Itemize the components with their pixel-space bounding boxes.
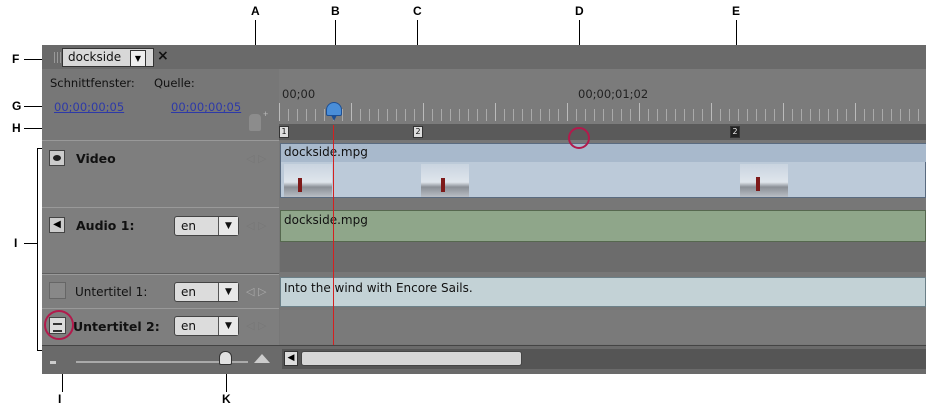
chevron-down-icon: ▼ — [218, 283, 238, 301]
eye-icon[interactable] — [49, 150, 65, 166]
subtitle-1-prev-next-clip[interactable]: ◁ ▷ — [246, 285, 266, 298]
callout-g: G — [12, 99, 22, 113]
subtitle-2-prev-next-clip[interactable]: ◁ ▷ — [246, 319, 266, 332]
callout-i-circle — [44, 310, 74, 340]
subtitle-1-track-name: Untertitel 1: — [75, 285, 148, 299]
subtitle-2-track-name: Untertitel 2: — [73, 319, 160, 334]
callout-d: D — [575, 4, 584, 18]
audio-track-name: Audio 1: — [76, 218, 135, 233]
timeline-timecode-label: Schnittfenster: — [50, 76, 135, 90]
start-marker[interactable]: 1 — [279, 126, 289, 138]
callout-k: K — [222, 392, 231, 406]
scroll-left-button[interactable]: ◀ — [284, 351, 298, 366]
tab-title: dockside — [68, 50, 122, 64]
callout-i-bracket-h — [24, 243, 37, 244]
chevron-down-icon: ▼ — [218, 317, 238, 335]
chevron-down-icon: ▼ — [218, 217, 238, 235]
video-thumbnail-2 — [421, 164, 469, 197]
video-clip-namebar — [281, 144, 926, 162]
playhead-line — [333, 125, 334, 374]
audio-clip-name: dockside.mpg — [284, 213, 368, 227]
video-thumbnail-1 — [284, 164, 332, 197]
audio-prev-next-clip[interactable]: ◁ ▷ — [246, 219, 266, 232]
callout-d-circle — [568, 127, 590, 149]
time-ruler[interactable]: 00;00 00;00;01;02 1 2 2 — [279, 69, 926, 140]
audio-language-value: en — [181, 219, 196, 233]
callout-i-left: I — [14, 236, 18, 250]
callout-b: B — [331, 4, 340, 18]
audio-clip[interactable]: dockside.mpg — [280, 210, 926, 242]
timeline-scrollbar[interactable]: ◀ — [282, 349, 926, 369]
callout-h: H — [12, 121, 21, 135]
subtitle-1-clip-text: Into the wind with Encore Sails. — [284, 281, 473, 295]
tab-bar — [42, 45, 926, 69]
chapter-marker-c[interactable]: 2 — [413, 126, 423, 138]
subtitle-1-language-value: en — [181, 285, 196, 299]
zoom-slider-thumb[interactable] — [219, 351, 232, 365]
source-timecode-label: Quelle: — [154, 76, 195, 90]
scrollbar-thumb[interactable] — [301, 351, 522, 366]
timeline-timecode[interactable]: 00;00;00;05 — [54, 100, 124, 114]
callout-a: A — [251, 4, 260, 18]
subtitle-2-track-area — [280, 310, 926, 344]
source-timecode[interactable]: 00;00;00;05 — [171, 100, 241, 114]
subtitle-1-clip[interactable]: Into the wind with Encore Sails. — [280, 277, 926, 307]
chapter-marker-e[interactable]: 2 — [730, 126, 740, 138]
ruler-major-ticks — [279, 103, 926, 121]
playhead-handle-icon[interactable] — [326, 102, 342, 116]
callout-i-bottom: I — [58, 392, 62, 406]
tab-close-button[interactable]: × — [157, 48, 169, 64]
drag-handle-icon[interactable] — [54, 52, 62, 63]
ruler-start-time: 00;00 — [282, 87, 316, 101]
video-track-name: Video — [76, 151, 116, 166]
ruler-mid-time: 00;00;01;02 — [578, 87, 649, 101]
audio-waveform-area — [280, 242, 926, 272]
zoom-out-icon[interactable] — [50, 361, 56, 364]
subtitle-2-language-select[interactable]: en ▼ — [174, 316, 239, 336]
timeline-panel: dockside ▼ × Schnittfenster: Quelle: 00;… — [42, 45, 926, 374]
audio-language-select[interactable]: en ▼ — [174, 216, 239, 236]
tab-menu-button[interactable]: ▼ — [130, 50, 146, 67]
video-clip-name: dockside.mpg — [284, 145, 368, 159]
subtitle-1-language-select[interactable]: en ▼ — [174, 282, 239, 302]
video-clip[interactable]: dockside.mpg — [280, 143, 926, 198]
ruler-marker-track — [279, 124, 926, 140]
callout-i-bracket-v — [37, 148, 38, 351]
track-header-audio — [42, 207, 279, 273]
speaker-icon[interactable]: ◀ — [49, 217, 65, 233]
subtitle-2-language-value: en — [181, 319, 196, 333]
add-marker-plus-icon: + — [263, 109, 269, 119]
callout-c: C — [413, 4, 422, 18]
add-chapter-marker-button[interactable] — [249, 114, 261, 131]
zoom-in-icon[interactable] — [254, 354, 270, 363]
video-thumbnail-3 — [740, 164, 788, 197]
video-prev-next-clip[interactable]: ◁ ▷ — [246, 152, 266, 165]
playhead-pointer — [331, 115, 337, 121]
callout-f: F — [12, 52, 20, 66]
tab-dockside[interactable]: dockside ▼ — [62, 48, 154, 67]
callout-e: E — [732, 4, 741, 18]
subtitle-1-activate-toggle[interactable] — [49, 282, 66, 299]
